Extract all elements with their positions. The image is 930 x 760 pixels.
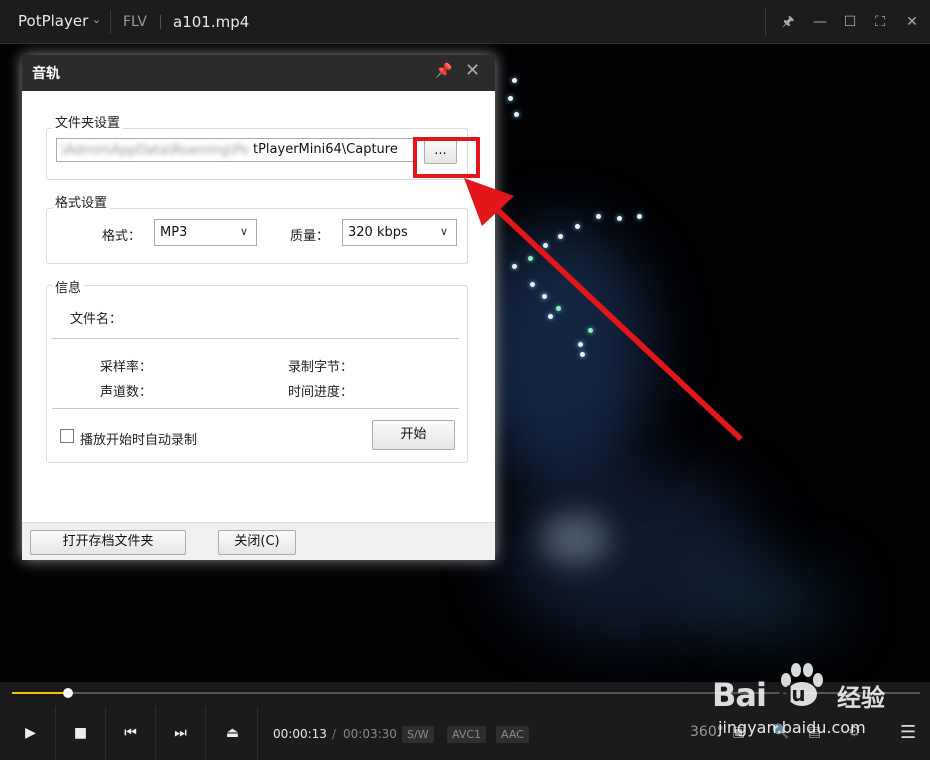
baidu-brand: Bai <box>712 676 767 714</box>
time-separator: / <box>332 727 337 741</box>
decoder-tag[interactable]: S/W <box>402 726 434 743</box>
seek-handle[interactable] <box>63 688 73 698</box>
baidu-url: jingyan.baidu.com <box>718 718 866 737</box>
seek-progress <box>12 692 68 694</box>
video-codec-tag[interactable]: AVC1 <box>447 726 487 743</box>
baidu-product: 经验 <box>837 684 885 712</box>
next-button[interactable]: ⏭ <box>156 706 206 760</box>
total-time: 00:03:30 <box>343 727 397 741</box>
arrow-shaft <box>487 200 743 441</box>
previous-button[interactable]: ⏮ <box>106 706 156 760</box>
eject-button[interactable]: ⏏ <box>208 706 258 760</box>
audio-codec-tag[interactable]: AAC <box>496 726 529 743</box>
baidu-brand-suffix: du <box>778 682 806 706</box>
baidu-watermark: Bai du 经验 jingyan.baidu.com <box>712 660 922 740</box>
annotation-arrow <box>464 178 743 441</box>
play-button[interactable]: ▶ <box>6 706 56 760</box>
stop-button[interactable]: ■ <box>56 706 106 760</box>
current-time: 00:00:13 <box>273 727 327 741</box>
